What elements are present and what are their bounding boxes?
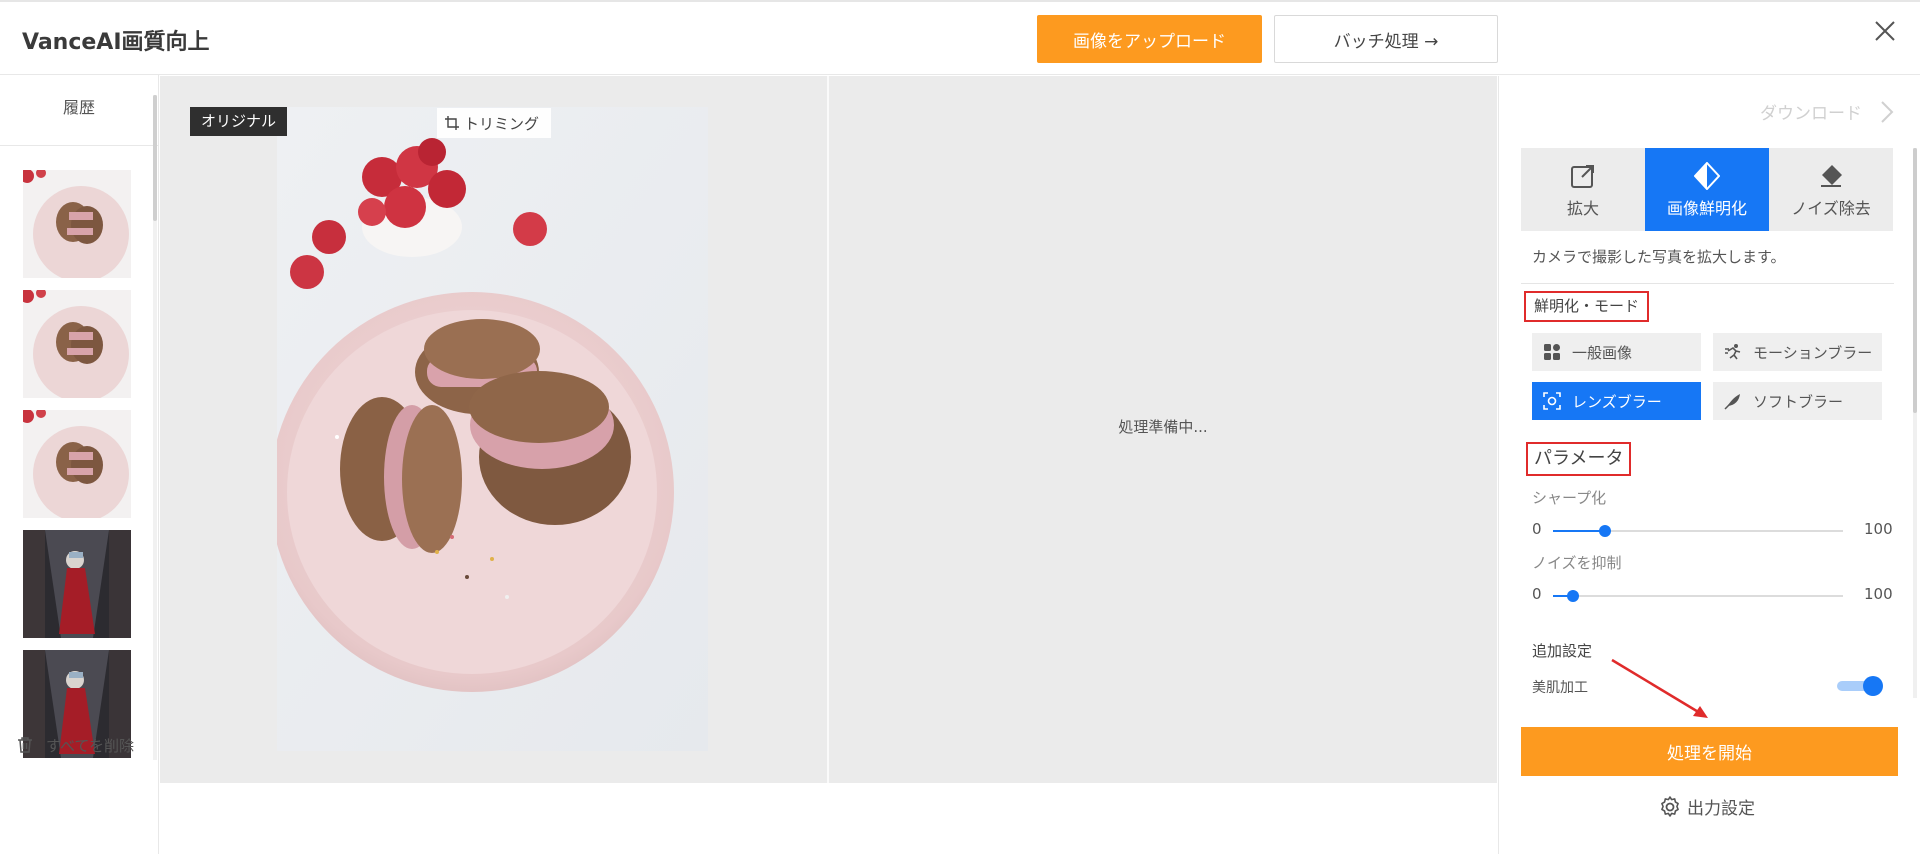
mode-label: 一般画像 — [1572, 343, 1633, 362]
tab-label: 画像鮮明化 — [1666, 198, 1747, 218]
output-settings-label: 出力設定 — [1687, 799, 1755, 819]
lens-focus-icon — [1542, 391, 1562, 411]
toggle-knob — [1863, 676, 1883, 696]
original-tag: オリジナル — [190, 107, 288, 136]
mode-motion-blur-button[interactable]: モーションブラー — [1713, 333, 1882, 371]
divider — [1521, 283, 1894, 284]
skin-retouch-label: 美肌加工 — [1532, 680, 1588, 696]
trim-button[interactable]: トリミング — [437, 108, 552, 138]
header-bar: VanceAI画質向上 画像をアップロード バッチ処理 → — [0, 0, 1920, 75]
original-photo — [277, 107, 708, 751]
sharpness-slider[interactable] — [1553, 525, 1843, 537]
delete-all-label: すべてを削除 — [46, 736, 135, 755]
history-thumbnail[interactable] — [23, 170, 131, 278]
tab-label: ノイズ除去 — [1791, 198, 1871, 218]
history-thumbnail[interactable] — [23, 290, 131, 398]
tab-denoise[interactable]: ノイズ除去 — [1769, 148, 1893, 231]
sharpen-icon — [1694, 161, 1720, 191]
tab-label: 拡大 — [1566, 198, 1599, 218]
history-title: 履歴 — [0, 75, 158, 146]
slider-min: 0 — [1532, 520, 1542, 538]
preview-footer — [160, 783, 1497, 854]
mode-general-button[interactable]: 一般画像 — [1532, 333, 1701, 371]
tab-enlarge[interactable]: 拡大 — [1521, 148, 1645, 231]
close-icon[interactable] — [1870, 16, 1900, 46]
mode-description: カメラで撮影した写真を拡大します。 — [1532, 248, 1786, 266]
grid-icon — [1542, 342, 1562, 362]
skin-retouch-toggle[interactable] — [1837, 676, 1883, 696]
sharpen-mode-heading: 鮮明化・モード — [1524, 291, 1650, 322]
parameters-heading: パラメータ — [1526, 442, 1632, 476]
mode-label: モーションブラー — [1753, 343, 1873, 362]
output-settings-button[interactable]: 出力設定 — [1658, 794, 1755, 819]
mode-lens-blur-button[interactable]: レンズブラー — [1532, 382, 1701, 420]
noise-suppression-label: ノイズを抑制 — [1532, 554, 1622, 572]
processing-status: 処理準備中... — [1118, 418, 1208, 436]
slider-max: 100 — [1864, 585, 1893, 603]
mode-soft-blur-button[interactable]: ソフトブラー — [1713, 382, 1882, 420]
crop-icon — [445, 116, 459, 130]
batch-process-button[interactable]: バッチ処理 → — [1274, 15, 1498, 63]
extra-settings-heading: 追加設定 — [1532, 642, 1593, 660]
eraser-icon — [1818, 161, 1844, 191]
slider-max: 100 — [1864, 520, 1893, 538]
app-title: VanceAI画質向上 — [22, 30, 210, 55]
history-scrollbar[interactable] — [153, 95, 157, 221]
noise-suppression-slider[interactable] — [1553, 590, 1843, 602]
start-processing-button[interactable]: 処理を開始 — [1521, 727, 1898, 776]
mode-label: レンズブラー — [1572, 392, 1662, 411]
mode-label: ソフトブラー — [1753, 392, 1844, 411]
feature-tabs: 拡大 画像鮮明化 ノイズ除去 — [1521, 148, 1894, 231]
tab-sharpen[interactable]: 画像鮮明化 — [1645, 148, 1769, 231]
trash-icon — [18, 737, 32, 753]
chevron-right-icon[interactable] — [1880, 100, 1894, 124]
gear-icon — [1661, 795, 1679, 817]
download-link[interactable]: ダウンロード — [1760, 99, 1862, 124]
history-thumbnail[interactable] — [23, 530, 131, 638]
upload-image-button[interactable]: 画像をアップロード — [1037, 15, 1262, 63]
feather-icon — [1723, 391, 1743, 411]
running-icon — [1723, 342, 1743, 362]
trim-label: トリミング — [464, 114, 540, 133]
panel-scrollbar[interactable] — [1913, 148, 1917, 413]
enlarge-icon — [1570, 161, 1596, 191]
slider-fill — [1553, 530, 1606, 532]
sharpness-label: シャープ化 — [1532, 489, 1607, 507]
delete-all-button[interactable]: すべてを削除 — [16, 733, 134, 757]
app-window: VanceAI画質向上 画像をアップロード バッチ処理 → 履歴 すべてを削除 … — [0, 0, 1920, 854]
history-thumbnail[interactable] — [23, 410, 131, 518]
slider-min: 0 — [1532, 585, 1542, 603]
